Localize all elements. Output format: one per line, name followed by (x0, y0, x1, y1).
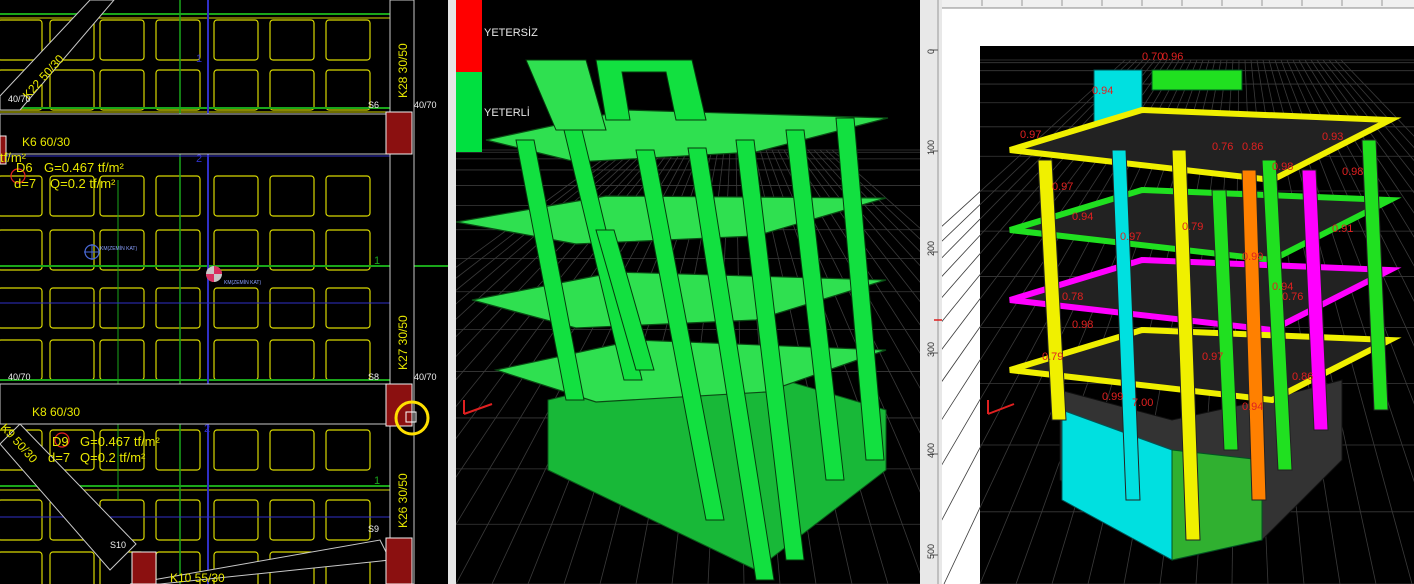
legend-swatch-insufficient (456, 0, 482, 72)
vertical-ruler: 0 100 200 300 400 500 (920, 0, 942, 584)
ratio-label: 0.76 (1212, 141, 1233, 153)
axis-number: 2 (204, 423, 210, 435)
ratio-label: 0.98 (1072, 319, 1093, 331)
model-3d-pane[interactable]: YETERSİZ YETERLİ (456, 0, 920, 584)
ratio-label: 0.96 (1162, 51, 1183, 63)
slab-thickness-d9: d=7 (48, 450, 70, 465)
beam-label-k28: K28 30/50 (396, 43, 410, 98)
slab-q-load-d6: Q=0.2 tf/m² (50, 176, 116, 191)
ratio-label: 0.86 (1292, 371, 1313, 383)
ratio-label: 0.76 (1282, 291, 1303, 303)
column-label-s10: S10 (110, 540, 126, 550)
ratio-label: 0.94 (1092, 85, 1113, 97)
ruler-tick-label: 0 (926, 49, 936, 54)
column-label-s9: S9 (368, 524, 379, 534)
rigidity-center-label: KM(ZEMİN KAT) (224, 279, 261, 286)
ratio-label: 0.97 (1052, 181, 1073, 193)
slab-thickness-d6: d=7 (14, 176, 36, 191)
slab-q-load-d9: Q=0.2 tf/m² (80, 450, 146, 465)
ruler-tick-label: 300 (926, 342, 936, 357)
ruler-tick-label: 200 (926, 241, 936, 256)
ratio-view-pane[interactable]: 0.70 0.96 0.94 0.97 0.76 0.86 0.98 0.93 0.98 0.97… (942, 0, 1414, 584)
slab-id-d9: D9 (52, 434, 69, 449)
ruler-tick-label: 500 (926, 544, 936, 559)
ratio-label: 0.78 (1062, 291, 1083, 303)
ratio-label: 7.00 (1132, 397, 1153, 409)
ratio-label: 0.99 (1242, 251, 1263, 263)
axis-number: 2 (196, 153, 202, 165)
beam-label-k6: K6 60/30 (22, 135, 70, 149)
axis-triad-icon (463, 400, 493, 415)
building-model (456, 59, 889, 581)
axis-number: 1 (374, 255, 380, 267)
column-size-label: 40/70 (414, 372, 437, 382)
ratio-label: 0.91 (1332, 223, 1353, 235)
ratio-label: 0.86 (1242, 141, 1263, 153)
ratio-label: 0.97 (1020, 129, 1041, 141)
legend-label-sufficient: YETERLİ (484, 106, 530, 119)
ruler-tick-label: 400 (926, 443, 936, 458)
ratio-label: 0.70 (1142, 51, 1163, 63)
ratio-label: 0.99 (1102, 391, 1123, 403)
ruler-canvas: 0 100 200 300 400 500 (926, 0, 942, 584)
ratio-label: 0.97 (1120, 231, 1141, 243)
ratio-label: 0.79 (1042, 351, 1063, 363)
mass-center-label: KM(ZEMİN KAT) (100, 245, 137, 252)
beam-label-k10: K10 55/30 (170, 571, 225, 584)
column-label-s8: S8 (368, 372, 379, 382)
ratio-view-canvas[interactable]: 0.700.96 0.94 0.97 0.76 0.86 0.98 0.93 0.98 0.97… (942, 0, 1414, 584)
ratio-label: 0.98 (1342, 166, 1363, 178)
rigidity-center-icon (206, 266, 222, 282)
floor-plan-canvas[interactable]: K22 50/30 K28 30/50 K6 60/30 K27 30/50 K… (0, 0, 448, 584)
splitter[interactable] (448, 0, 456, 584)
plan-view-pane[interactable]: K22 50/30 K28 30/50 K6 60/30 K27 30/50 K… (0, 0, 448, 584)
slab-g-load-d9: G=0.467 tf/m² (80, 434, 161, 449)
legend-swatch-sufficient (456, 72, 482, 152)
ratio-label: 0.94 (1242, 401, 1263, 413)
ratio-label: 0.97 (1202, 351, 1223, 363)
axis-number: 1 (196, 53, 202, 65)
ruler-tick-label: 100 (926, 140, 936, 155)
slab-id-d6: D6 (16, 160, 33, 175)
axis-number: 1 (374, 475, 380, 487)
column-label-s6: S6 (368, 100, 379, 110)
column-size-label: 40/70 (8, 372, 31, 382)
ratio-label: 0.93 (1322, 131, 1343, 143)
slab-g-load-d6: G=0.467 tf/m² (44, 160, 125, 175)
legend-label-insufficient: YETERSİZ (484, 26, 538, 39)
ruler-ticks: 0 100 200 300 400 500 (926, 49, 938, 559)
beam-label-k26: K26 30/50 (396, 473, 410, 528)
model-3d-canvas[interactable]: YETERSİZ YETERLİ (456, 0, 920, 584)
beam-label-k27: K27 30/50 (396, 315, 410, 370)
mass-center-icon (84, 244, 100, 260)
beam-label-k8: K8 60/30 (32, 405, 80, 419)
ratio-label: 0.98 (1272, 161, 1293, 173)
column-size-label: 40/70 (8, 94, 31, 104)
ratio-label: 0.94 (1072, 211, 1093, 223)
ratio-label: 0.79 (1182, 221, 1203, 233)
column-size-label: 40/70 (414, 100, 437, 110)
